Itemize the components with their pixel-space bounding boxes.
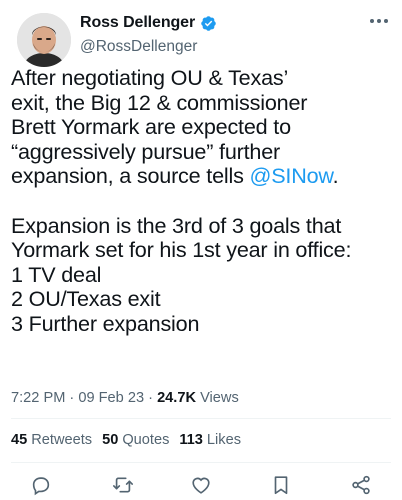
quotes-count: 50 [102,432,119,448]
share-icon[interactable] [348,472,374,498]
likes-stat[interactable]: 113 Likes [179,432,241,448]
verified-badge-icon [200,15,217,32]
meta-separator-2: · [144,390,158,406]
tweet-text: After negotiating OU & Texas’ exit, the … [11,65,396,337]
engagement-stats: 45 Retweets 50 Quotes 113 Likes [11,432,241,448]
quotes-label: Quotes [122,432,170,448]
author-display-name[interactable]: Ross Dellenger [80,14,195,32]
quotes-stat[interactable]: 50 Quotes [102,432,169,448]
views-label: Views [200,390,239,406]
mention-link[interactable]: @SINow [249,163,332,189]
tweet-text-part-2: . Expansion is the 3rd of 3 goals that Y… [11,163,352,336]
author-handle[interactable]: @RossDellenger [80,38,197,56]
tweet-time[interactable]: 7:22 PM [11,390,65,406]
views-count: 24.7K [157,390,197,406]
likes-label: Likes [206,432,241,448]
retweets-stat[interactable]: 45 Retweets [11,432,92,448]
retweets-count: 45 [11,432,28,448]
action-bar [0,472,402,500]
author-avatar[interactable] [17,13,71,67]
reply-icon[interactable] [28,472,54,498]
retweets-label: Retweets [31,432,93,448]
tweet-date[interactable]: 09 Feb 23 [78,390,144,406]
tweet-meta: 7:22 PM · 09 Feb 23 · 24.7K Views [11,390,239,406]
bookmark-icon[interactable] [268,472,294,498]
more-horizontal-icon[interactable] [368,14,390,26]
meta-separator: · [65,390,79,406]
likes-count: 113 [179,432,203,448]
divider-bottom [11,462,391,463]
heart-icon[interactable] [188,472,214,498]
divider-top [11,418,391,419]
retweet-icon[interactable] [110,472,136,498]
